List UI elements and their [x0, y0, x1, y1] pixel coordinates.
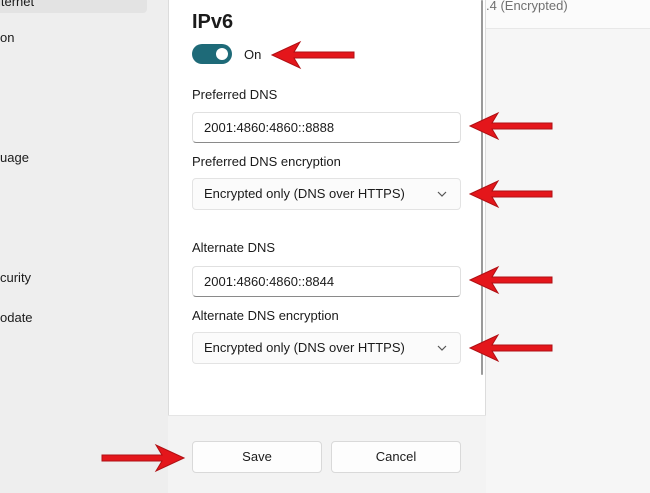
dns-status-card: .4 (Encrypted): [486, 0, 650, 29]
ipv6-toggle-label: On: [244, 47, 262, 62]
alternate-dns-field[interactable]: 2001:4860:4860::8844: [192, 266, 461, 297]
annotation-arrow: [270, 40, 355, 70]
save-button[interactable]: Save: [192, 441, 322, 473]
sidebar-item-language[interactable]: uage: [0, 150, 29, 165]
chevron-down-icon: [437, 191, 447, 197]
annotation-arrow: [468, 265, 553, 295]
cancel-button[interactable]: Cancel: [331, 441, 461, 473]
preferred-dns-encryption-select[interactable]: Encrypted only (DNS over HTTPS): [192, 178, 461, 210]
preferred-dns-encryption-label: Preferred DNS encryption: [192, 154, 341, 169]
alternate-dns-label: Alternate DNS: [192, 240, 276, 255]
sidebar-item-internet[interactable]: iternet: [0, 0, 34, 9]
settings-sidebar: iternet on uage curity odate: [0, 0, 168, 493]
preferred-dns-encryption-value: Encrypted only (DNS over HTTPS): [204, 186, 405, 201]
preferred-dns-field[interactable]: 2001:4860:4860::8888: [192, 112, 461, 143]
settings-main-panel: .4 (Encrypted): [486, 0, 650, 493]
annotation-arrow: [468, 179, 553, 209]
ipv6-toggle[interactable]: [192, 44, 232, 64]
sidebar-item-security[interactable]: curity: [0, 270, 31, 285]
alternate-dns-encryption-label: Alternate DNS encryption: [192, 308, 339, 323]
sidebar-item-update[interactable]: odate: [0, 310, 33, 325]
alternate-dns-encryption-select[interactable]: Encrypted only (DNS over HTTPS): [192, 332, 461, 364]
chevron-down-icon: [437, 345, 447, 351]
annotation-arrow: [468, 333, 553, 363]
toggle-knob: [216, 48, 228, 60]
sidebar-item-on[interactable]: on: [0, 30, 14, 45]
dialog-title: IPv6: [192, 11, 234, 33]
preferred-dns-label: Preferred DNS: [192, 87, 278, 102]
dns-status-text: .4 (Encrypted): [486, 0, 568, 13]
alternate-dns-encryption-value: Encrypted only (DNS over HTTPS): [204, 340, 405, 355]
annotation-arrow: [468, 111, 553, 141]
annotation-arrow: [101, 443, 186, 473]
